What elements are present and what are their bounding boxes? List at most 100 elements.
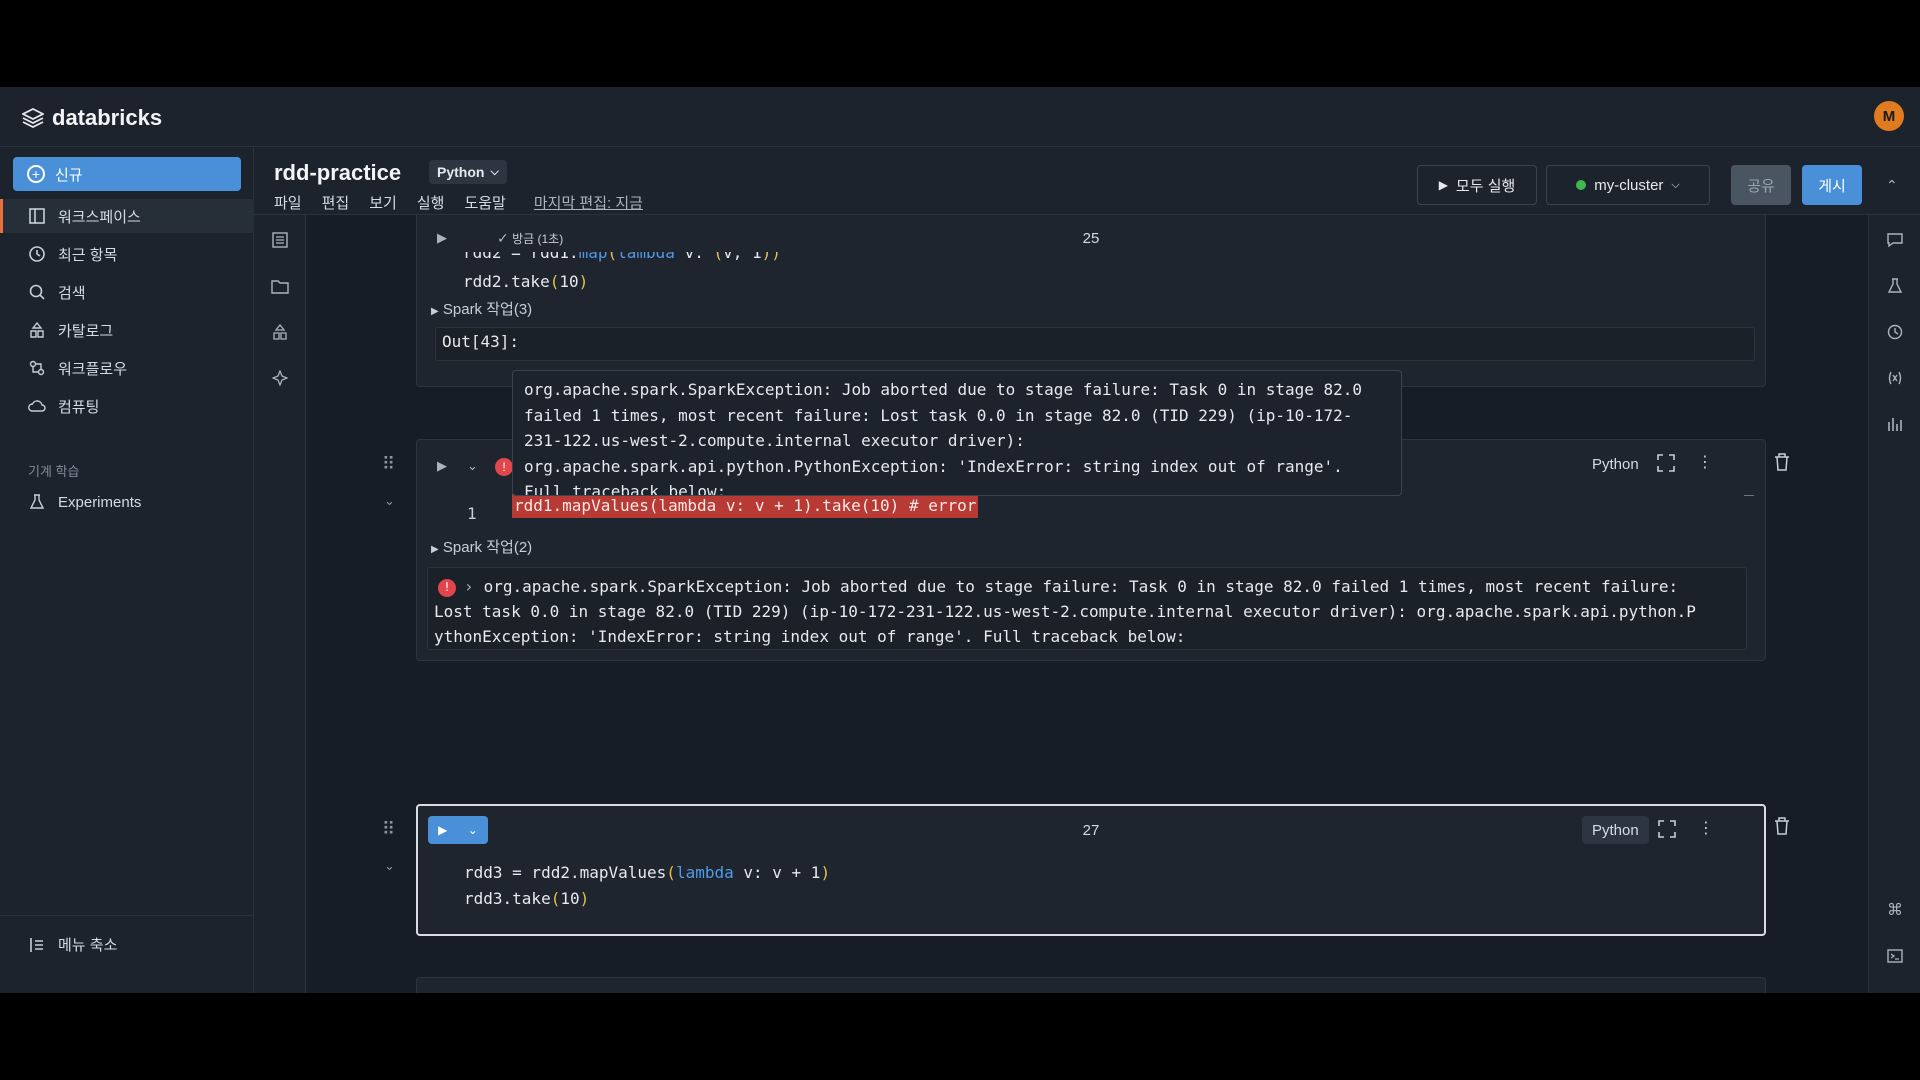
user-avatar[interactable]: M [1874,101,1904,131]
sidebar-item-label: 최근 항목 [58,246,118,264]
cluster-name: my-cluster [1594,176,1664,194]
variables-icon[interactable] [1886,369,1904,387]
cell-number: 25 [1082,230,1100,247]
notebook-cell-27[interactable]: ▶ ⌄ 27 Python ⋮ rdd3 = rdd2.mapValues(lam… [416,804,1766,936]
code-line[interactable]: rdd2 = rdd1.map(lambda v: (v, 1)) [463,252,781,266]
spark-jobs-label: Spark 작업(2) [442,539,533,556]
tooltip-line: Full traceback below: [524,482,727,496]
last-edit-link[interactable]: 마지막 편집: 지금 [534,192,643,213]
right-tool-rail: ⌘ [1868,215,1920,993]
collapse-menu-label: 메뉴 축소 [58,937,118,954]
folder-icon[interactable] [271,277,289,295]
app-window: databricks M + 신규 워크스페이스 최근 항목 검색 카탈로그 워… [0,87,1920,993]
line-number: 1 [467,504,477,523]
publish-button[interactable]: 게시 [1802,165,1862,205]
more-options-icon[interactable]: ⋮ [1698,818,1714,838]
history-icon[interactable] [1886,323,1904,341]
collapse-icon [28,936,46,954]
sidebar-item-label: 워크플로우 [58,360,128,378]
expand-icon[interactable] [1657,454,1675,477]
cell-output: Out[43]: [435,327,1755,361]
left-tool-rail [254,215,306,993]
sidebar-item-label: 카탈로그 [58,322,114,340]
search-icon [28,283,46,301]
catalog-icon [28,321,46,339]
sidebar-item-label: Experiments [58,493,142,511]
menu-file[interactable]: 파일 [274,192,302,213]
error-output: ! › org.apache.spark.SparkException: Job a… [427,567,1747,650]
sidebar-item-experiments[interactable]: Experiments [0,485,254,519]
error-code-text: rdd1.mapValues(lambda v: v + 1).take(10)… [514,496,977,515]
more-options-icon[interactable]: ⋮ [1697,452,1713,472]
notebook-title[interactable]: rdd-practice [274,160,401,186]
new-button-label: 신규 [55,166,83,184]
catalog-icon[interactable] [271,323,289,341]
workflow-icon [28,359,46,377]
spark-jobs-toggle[interactable]: ▶ Spark 작업(3) [431,298,532,319]
language-selector[interactable]: Python ⌵ [429,160,507,184]
sidebar-item-search[interactable]: 검색 [0,275,254,309]
top-bar: databricks M [0,87,1920,147]
sidebar-item-recents[interactable]: 최근 항목 [0,237,254,271]
play-icon: ▶ [1438,178,1448,192]
expand-icon[interactable] [1658,820,1676,843]
chevron-down-icon[interactable]: ⌄ [467,458,478,474]
notebook-header: rdd-practice Python ⌵ 파일 편집 보기 실행 도움말 마지… [254,147,1920,215]
flask-icon [28,493,46,511]
new-button[interactable]: + 신규 [13,157,241,191]
error-text: org.apache.spark.SparkException: Job abo… [483,577,1679,596]
sidebar-item-workspace[interactable]: 워크스페이스 [0,199,254,233]
trash-icon[interactable] [1774,817,1790,840]
error-line: ! › org.apache.spark.SparkException: Job a… [434,574,1740,599]
assistant-sparkle-icon[interactable] [271,369,289,387]
code-line[interactable]: rdd3 = rdd2.mapValues(lambda v: v + 1) [464,860,830,886]
spark-jobs-toggle-2[interactable]: ▶ Spark 작업(2) [431,536,532,557]
sidebar-item-label: 검색 [58,284,86,302]
menu-edit[interactable]: 편집 [322,192,350,213]
menu-help[interactable]: 도움말 [464,192,505,213]
code-line[interactable]: rdd3.take(10) [464,886,589,912]
keyboard-shortcuts-icon[interactable]: ⌘ [1886,901,1904,919]
terminal-icon[interactable] [1886,947,1904,965]
notebook-content: ▶ ✓ 방금 (1초) 25 rdd2 = rdd1.map(lambda v:… [306,215,1868,993]
notebook-cell-25[interactable]: ▶ ✓ 방금 (1초) 25 rdd2 = rdd1.map(lambda v:… [416,215,1766,387]
collapse-header-icon[interactable]: ⌃ [1886,177,1898,194]
sidebar-item-catalog[interactable]: 카탈로그 [0,313,254,347]
flask-icon[interactable] [1886,277,1904,295]
error-code-line[interactable]: rdd1.mapValues(lambda v: v + 1).take(10)… [512,494,979,518]
language-label: Python [437,164,485,180]
menu-run[interactable]: 실행 [417,192,445,213]
cell-number: 27 [1082,822,1100,839]
code-line[interactable]: rdd2.take(10) [463,269,588,295]
share-button[interactable]: 공유 [1731,165,1791,205]
sidebar-item-compute[interactable]: 컴퓨팅 [0,389,254,423]
out-prompt: Out[43]: [442,332,520,351]
chevron-down-icon: ⌵ [490,165,499,178]
caret-right-icon: ▶ [431,306,439,317]
run-all-button[interactable]: ▶ 모두 실행 [1417,165,1537,205]
notebook-cell-28[interactable]: ▶ 28 data = [("a", "1,2,3"), ("b", "4,5,… [416,977,1766,993]
sidebar-item-workflows[interactable]: 워크플로우 [0,351,254,385]
cluster-selector[interactable]: my-cluster ⌵ [1546,165,1710,205]
drag-handle-icon[interactable]: ⠿ [382,454,395,475]
drag-handle-icon[interactable]: ⠿ [382,819,395,840]
brand-name: databricks [52,105,163,130]
clock-icon [28,245,46,263]
error-status-icon[interactable]: ! [495,458,513,476]
trash-icon[interactable] [1774,453,1790,476]
spark-jobs-label: Spark 작업(3) [442,301,533,318]
table-of-contents-icon[interactable] [271,231,289,249]
databricks-logo[interactable]: databricks [22,105,162,131]
cluster-status-dot [1576,180,1587,190]
run-cell-button[interactable]: ▶ [437,458,447,474]
collapse-menu-button[interactable]: 메뉴 축소 [0,915,254,955]
chevron-down-icon[interactable]: ⌄ [384,493,395,509]
sidebar: + 신규 워크스페이스 최근 항목 검색 카탈로그 워크플로우 컴퓨팅 기계 학… [0,147,254,993]
bar-chart-icon[interactable] [1886,415,1904,433]
cell-language-badge[interactable]: Python [1582,816,1649,844]
comment-icon[interactable] [1886,231,1904,249]
cell-language-badge[interactable]: Python [1582,450,1649,478]
chevron-right-icon[interactable]: › [464,577,474,596]
chevron-down-icon[interactable]: ⌄ [384,858,395,874]
menu-view[interactable]: 보기 [369,192,397,213]
